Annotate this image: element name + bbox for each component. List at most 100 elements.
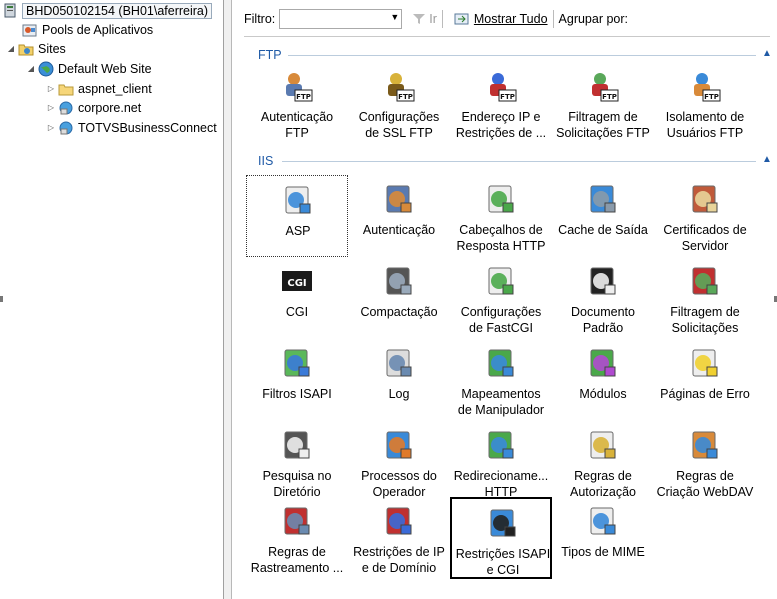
feature-tile-webdav[interactable]: Regras de Criação WebDAV <box>654 421 756 503</box>
feature-tile-ip-domain-restrictions[interactable]: Restrições de IP e de Domínio <box>348 497 450 579</box>
feature-tile-label: ASP <box>285 224 311 238</box>
feature-tile-output-cache[interactable]: Cache de Saída <box>552 175 654 257</box>
modules-icon <box>587 347 619 379</box>
svg-text:FTP: FTP <box>500 93 515 101</box>
feature-tile-default-document[interactable]: Documento Padrão <box>552 257 654 339</box>
tree-item-server[interactable]: BHD050102154 (BH01\aferreira) <box>2 1 213 20</box>
feature-tile-failed-request-tracing[interactable]: Regras de Rastreamento ... <box>246 497 348 579</box>
asp-icon <box>282 184 314 216</box>
feature-tile-label: Redireciona­me... HTTP <box>453 469 549 499</box>
isapi-filters-icon <box>281 347 313 379</box>
feature-tile-label: Filtragem de Solicitações FTP <box>556 110 650 140</box>
webdav-icon <box>689 429 721 461</box>
feature-tile-asp[interactable]: ASP <box>246 175 348 257</box>
feature-tile-error-pages[interactable]: Páginas de Erro <box>654 339 756 421</box>
output-cache-icon <box>587 183 619 215</box>
feature-tile-label: Certificados de Servidor <box>663 223 747 253</box>
go-button[interactable]: Ir <box>412 12 437 26</box>
ftp-user-isolation-icon: FTP <box>689 70 721 102</box>
feature-tile-label: Filtros ISAPI <box>262 387 332 401</box>
sites-folder-icon <box>18 44 34 55</box>
feature-tile-label: Restrições de IP e de Domínio <box>353 545 445 575</box>
dropdown-arrow-icon[interactable]: ▼ <box>390 12 399 22</box>
feature-tile-worker-processes[interactable]: Processos do Operador <box>348 421 450 503</box>
http-headers-icon <box>485 183 517 215</box>
group-by-label[interactable]: Agrupar por: <box>559 12 628 26</box>
feature-tile-cgi[interactable]: CGI CGI <box>246 257 348 339</box>
feature-tile-label: Cabeçalhos de Resposta HTTP <box>456 223 546 253</box>
feature-tile-log[interactable]: Log <box>348 339 450 421</box>
tree-item-aspnet-client[interactable]: ▷ aspnet_client <box>46 79 152 98</box>
collapse-arrow-icon[interactable]: ◢ <box>6 44 16 53</box>
feature-tile-compression[interactable]: Compactação <box>348 257 450 339</box>
tree-item-corpore-net[interactable]: ▷ corpore.net <box>46 98 141 117</box>
feature-tile-label: CGI <box>285 305 309 319</box>
tree-item-app-pools[interactable]: Pools de Aplicativos <box>22 20 153 39</box>
feature-tile-label: Autenticação <box>362 223 436 237</box>
group-title-ftp[interactable]: FTP <box>258 48 282 62</box>
fastcgi-icon <box>485 265 517 297</box>
server-icon <box>4 3 16 17</box>
expand-arrow-icon[interactable]: ▷ <box>46 123 56 132</box>
show-all-button[interactable]: Mostrar Tudo <box>454 12 548 26</box>
globe-icon <box>38 61 54 76</box>
feature-tile-mime-types[interactable]: Tipos de MIME <box>552 497 654 579</box>
compression-icon <box>383 265 415 297</box>
feature-tile-label: Compactação <box>360 305 438 319</box>
feature-tile-label: Módulos <box>579 387 627 401</box>
ftp-ip-restrictions-icon: FTP <box>485 70 517 102</box>
http-redirect-icon <box>485 429 517 461</box>
feature-tile-label: Regras de Autorização <box>569 469 636 499</box>
feature-tile-label: Endereço IP e Restrições de ... <box>455 110 547 140</box>
feature-tile-label: Restrições ISAPI e CGI <box>455 547 551 577</box>
group-title-iis[interactable]: IIS <box>258 154 273 168</box>
error-pages-icon <box>689 347 721 379</box>
feature-tile-directory-browsing[interactable]: Pesquisa no Diretório <box>246 421 348 503</box>
tree-item-sites[interactable]: ◢ Sites <box>6 39 66 58</box>
feature-tile-label: Regras de Criação WebDAV <box>656 469 754 499</box>
feature-tile-authentication[interactable]: Autenticação <box>348 175 450 257</box>
feature-tile-isapi-filters[interactable]: Filtros ISAPI <box>246 339 348 421</box>
authorization-rules-icon <box>587 429 619 461</box>
collapse-group-icon[interactable]: ▲ <box>762 154 772 165</box>
ftp-ssl-lock-icon: FTP <box>383 70 415 102</box>
collapse-arrow-icon[interactable]: ◢ <box>26 64 36 73</box>
collapse-group-icon[interactable]: ▲ <box>762 48 772 59</box>
feature-tile-label: Pesquisa no Diretório <box>262 469 332 499</box>
feature-tile-ftp-authentication[interactable]: FTP Autenticação FTP <box>246 62 348 144</box>
feature-tile-label: Tipos de MIME <box>561 545 645 559</box>
server-certificates-icon <box>689 183 721 215</box>
feature-tile-modules[interactable]: Módulos <box>552 339 654 421</box>
feature-tile-http-redirect[interactable]: Redireciona­me... HTTP <box>450 421 552 503</box>
feature-tile-isapi-cgi-restrictions[interactable]: Restrições ISAPI e CGI <box>450 497 552 579</box>
filter-label: Filtro: <box>244 12 276 26</box>
feature-tile-fastcgi[interactable]: Configurações de FastCGI <box>450 257 552 339</box>
feature-tile-ftp-ssl-lock[interactable]: FTP Configurações de SSL FTP <box>348 62 450 144</box>
feature-tile-label: Páginas de Erro <box>660 387 750 401</box>
feature-tile-handler-mappings[interactable]: Mapeamentos de Manipulador <box>450 339 552 421</box>
feature-tile-http-headers[interactable]: Cabeçalhos de Resposta HTTP <box>450 175 552 257</box>
feature-tile-ftp-user-isolation[interactable]: FTP Isolamento de Usuários FTP <box>654 62 756 144</box>
tree-item-default-web-site[interactable]: ◢ Default Web Site <box>26 59 152 78</box>
tree-item-totvs[interactable]: ▷ TOTVSBusinessConnect <box>46 118 217 137</box>
failed-request-tracing-icon <box>281 505 313 537</box>
isapi-cgi-restrictions-icon <box>487 507 519 539</box>
filter-input[interactable]: ▼ <box>279 9 403 29</box>
authentication-icon <box>383 183 415 215</box>
folder-icon <box>58 84 74 95</box>
mime-types-icon <box>587 505 619 537</box>
ftp-request-filtering-icon: FTP <box>587 70 619 102</box>
feature-tile-label: Documento Padrão <box>571 305 635 335</box>
feature-tile-request-filtering[interactable]: Filtragem de Solicitações <box>654 257 756 339</box>
feature-tile-ftp-ip-restrictions[interactable]: FTP Endereço IP e Restrições de ... <box>450 62 552 144</box>
log-icon <box>383 347 415 379</box>
expand-arrow-icon[interactable]: ▷ <box>46 103 56 112</box>
feature-tile-authorization-rules[interactable]: Regras de Autorização <box>552 421 654 503</box>
feature-tile-server-certificates[interactable]: Certificados de Servidor <box>654 175 756 257</box>
feature-tile-ftp-request-filtering[interactable]: FTP Filtragem de Solicitações FTP <box>552 62 654 144</box>
handler-mappings-icon <box>485 347 517 379</box>
feature-tile-label: Mapeamentos de Manipulador <box>457 387 545 417</box>
pane-splitter[interactable] <box>223 0 232 599</box>
expand-arrow-icon[interactable]: ▷ <box>46 84 56 93</box>
worker-processes-icon <box>383 429 415 461</box>
